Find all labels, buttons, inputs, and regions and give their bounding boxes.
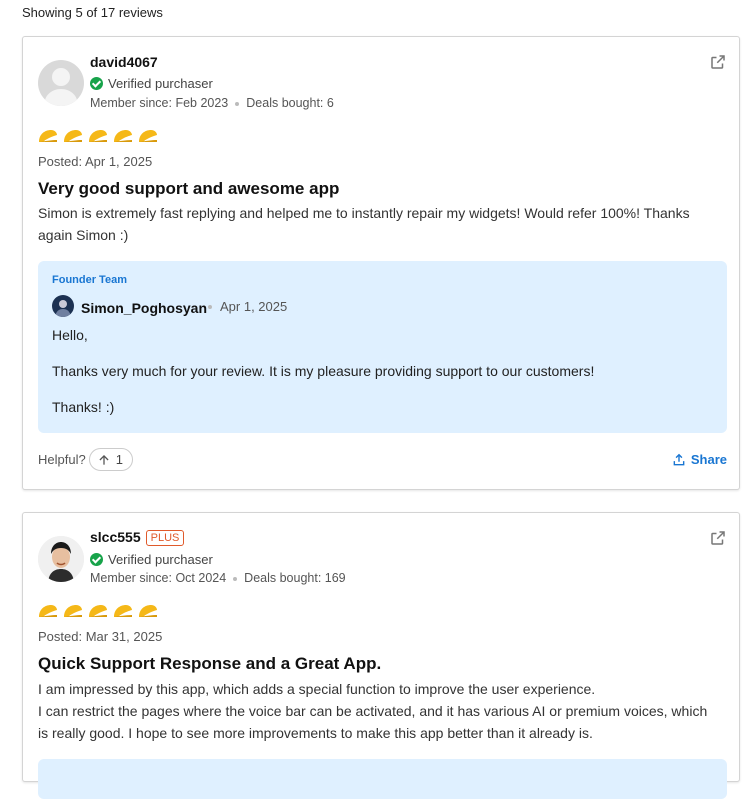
avatar[interactable] bbox=[38, 60, 84, 106]
user-photo bbox=[38, 536, 84, 582]
posted-date: Posted: Apr 1, 2025 bbox=[38, 154, 153, 169]
username-row: slcc555 PLUS bbox=[90, 529, 185, 546]
verified-label: Verified purchaser bbox=[108, 76, 213, 91]
taco-rating bbox=[38, 604, 158, 618]
taco-rating bbox=[38, 129, 158, 143]
deals-bought: Deals bought: 6 bbox=[246, 96, 334, 110]
external-link-icon[interactable] bbox=[709, 529, 727, 547]
verified-label: Verified purchaser bbox=[108, 552, 213, 567]
founder-avatar-image bbox=[52, 295, 74, 317]
default-avatar-icon bbox=[44, 68, 78, 106]
arrow-up-icon bbox=[99, 454, 109, 465]
verified-check-icon bbox=[90, 553, 103, 566]
taco-icon bbox=[64, 605, 82, 617]
separator-dot bbox=[233, 576, 238, 581]
reply-line: Hello, bbox=[52, 327, 88, 343]
reply-line: Thanks! :) bbox=[52, 399, 115, 415]
verified-purchaser: Verified purchaser bbox=[90, 552, 213, 567]
avatar[interactable] bbox=[38, 536, 84, 582]
helpful-section: Helpful? 1 bbox=[38, 448, 133, 471]
review-body: Simon is extremely fast replying and hel… bbox=[38, 205, 690, 243]
plus-badge: PLUS bbox=[145, 530, 185, 546]
separator-dot bbox=[235, 101, 240, 106]
taco-icon bbox=[114, 605, 132, 617]
verified-check-icon bbox=[90, 77, 103, 90]
review-card: david4067 Verified purchaser Member sinc… bbox=[22, 36, 740, 490]
deals-bought: Deals bought: 169 bbox=[244, 571, 346, 585]
reply-line: Thanks very much for your review. It is … bbox=[52, 363, 595, 379]
founder-avatar[interactable] bbox=[52, 295, 74, 317]
username[interactable]: david4067 bbox=[90, 54, 158, 70]
taco-icon bbox=[39, 130, 57, 142]
taco-icon bbox=[64, 130, 82, 142]
taco-icon bbox=[89, 130, 107, 142]
taco-icon bbox=[39, 605, 57, 617]
share-button[interactable]: Share bbox=[672, 452, 727, 467]
share-label: Share bbox=[690, 452, 727, 467]
external-link-icon[interactable] bbox=[709, 53, 727, 71]
posted-date: Posted: Mar 31, 2025 bbox=[38, 629, 163, 644]
member-since: Member since: Feb 2023 bbox=[90, 96, 229, 110]
review-title: Very good support and awesome app bbox=[38, 179, 340, 198]
taco-icon bbox=[114, 130, 132, 142]
founder-team-label: Founder Team bbox=[52, 274, 127, 286]
founder-reply bbox=[38, 759, 727, 799]
review-count: Showing 5 of 17 reviews bbox=[22, 5, 163, 20]
review-body-line: I can restrict the pages where the voice… bbox=[38, 703, 708, 741]
member-since: Member since: Oct 2024 bbox=[90, 571, 227, 585]
taco-icon bbox=[139, 130, 157, 142]
member-meta: Member since: Feb 2023 Deals bought: 6 bbox=[90, 96, 334, 110]
username[interactable]: slcc555 bbox=[90, 529, 141, 545]
review-card: slcc555 PLUS Verified purchaser Member si… bbox=[22, 512, 740, 799]
upvote-button[interactable]: 1 bbox=[88, 448, 133, 471]
helpful-label: Helpful? bbox=[38, 452, 86, 467]
reply-date: Apr 1, 2025 bbox=[220, 299, 288, 314]
review-body: I am impressed by this app, which adds a… bbox=[38, 678, 715, 744]
review-body-line: I am impressed by this app, which adds a… bbox=[38, 681, 596, 697]
founder-reply: Founder Team Simon_Poghosyan Apr 1, 2025… bbox=[38, 261, 727, 433]
review-title: Quick Support Response and a Great App. bbox=[38, 654, 382, 673]
share-icon bbox=[673, 453, 685, 465]
separator-dot bbox=[208, 305, 212, 309]
verified-purchaser: Verified purchaser bbox=[90, 76, 213, 91]
member-meta: Member since: Oct 2024 Deals bought: 169 bbox=[90, 571, 346, 585]
taco-icon bbox=[89, 605, 107, 617]
taco-icon bbox=[139, 605, 157, 617]
founder-name[interactable]: Simon_Poghosyan bbox=[81, 300, 207, 316]
helpful-count: 1 bbox=[115, 452, 123, 467]
